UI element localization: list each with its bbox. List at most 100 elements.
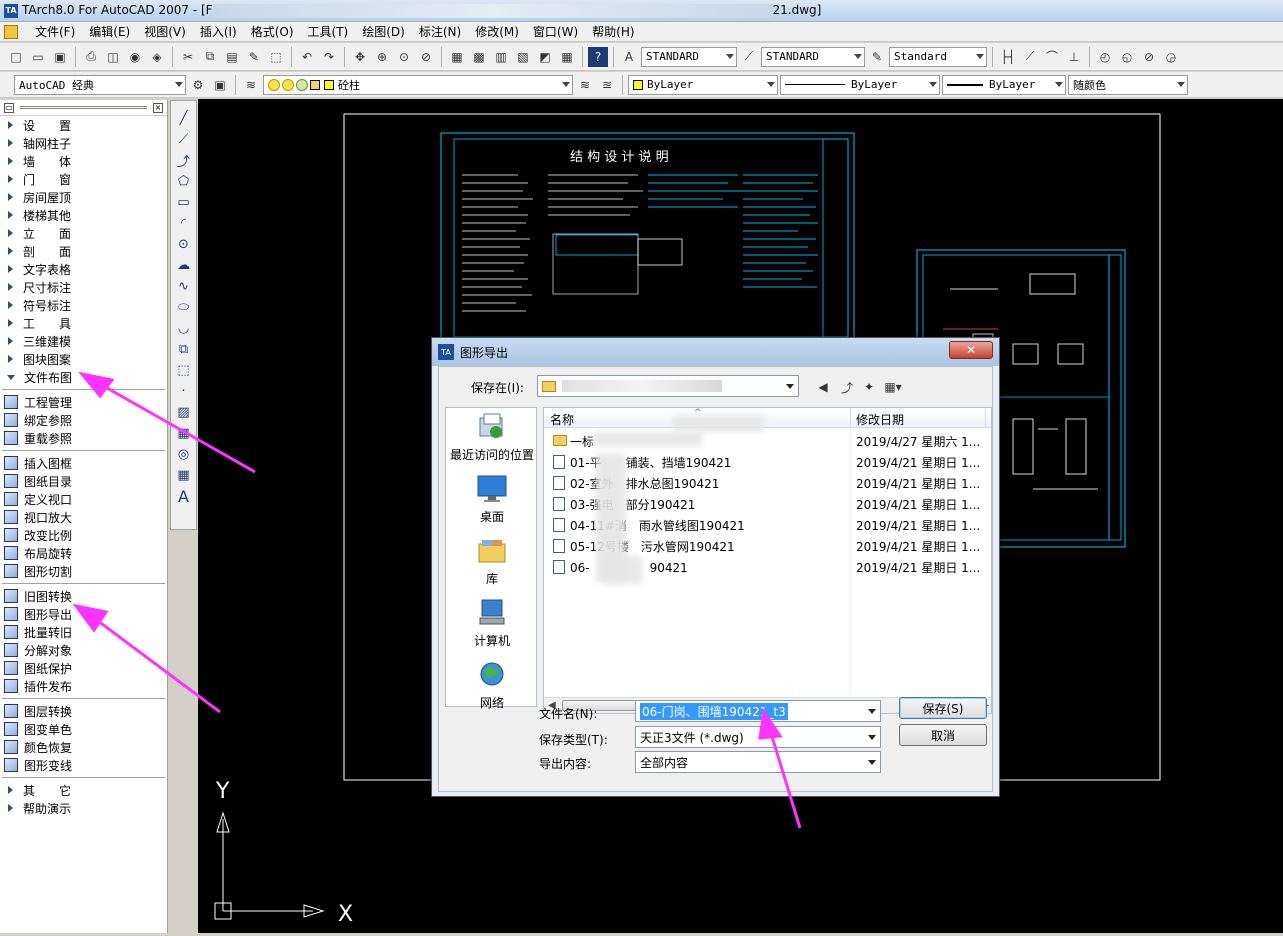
side-item-group1-2[interactable]: 墙 体 xyxy=(0,152,167,170)
side-item-group2-1[interactable]: 绑定参照 xyxy=(0,411,167,429)
undo-icon[interactable]: ↶ xyxy=(297,47,317,67)
zoom-previous-icon[interactable]: ⊘ xyxy=(416,47,436,67)
column-name-header[interactable]: 名称 xyxy=(550,411,574,428)
aligned-dim-icon[interactable]: ⟋ xyxy=(1020,47,1040,67)
zoom-window-icon[interactable]: ⊙ xyxy=(394,47,414,67)
side-item-group1-13[interactable]: 图块图案 xyxy=(0,350,167,368)
content-select[interactable]: 全部内容 xyxy=(635,751,881,773)
open-icon[interactable]: ▭ xyxy=(28,47,48,67)
side-item-group4-4[interactable]: 图纸保护 xyxy=(0,659,167,677)
match-properties-icon[interactable]: ✎ xyxy=(244,47,264,67)
place-desktop[interactable]: 桌面 xyxy=(446,474,538,525)
side-item-group3-4[interactable]: 改变比例 xyxy=(0,526,167,544)
side-item-group5-0[interactable]: 图层转换 xyxy=(0,702,167,720)
tool-palettes-icon[interactable]: ▥ xyxy=(491,47,511,67)
hatch-icon[interactable]: ▨ xyxy=(175,403,193,421)
menu-file[interactable]: 文件(F) xyxy=(28,23,82,40)
polygon-icon[interactable]: ⬠ xyxy=(175,172,193,190)
close-icon[interactable]: × xyxy=(153,102,163,113)
linear-dim-icon[interactable]: ├┤ xyxy=(998,47,1018,67)
markup-icon[interactable]: ◩ xyxy=(535,47,555,67)
dialog-title-bar[interactable]: TA 图形导出 ✕ xyxy=(432,338,999,366)
text-style-select[interactable]: STANDARD xyxy=(641,46,737,67)
side-item-group6-1[interactable]: 帮助演示 xyxy=(0,799,167,817)
polyline-icon[interactable]: ⤴ xyxy=(175,151,193,170)
side-item-group4-2[interactable]: 批量转旧 xyxy=(0,623,167,641)
up-folder-icon[interactable]: ⤴ xyxy=(837,377,857,397)
plot-style-select[interactable]: 随颜色 xyxy=(1068,74,1188,95)
side-item-group5-2[interactable]: 颜色恢复 xyxy=(0,738,167,756)
new-icon[interactable]: □ xyxy=(6,47,26,67)
column-divider[interactable] xyxy=(985,408,986,428)
paste-icon[interactable]: ▤ xyxy=(222,47,242,67)
side-item-group1-6[interactable]: 立 面 xyxy=(0,224,167,242)
mtext-icon[interactable]: A xyxy=(175,487,193,506)
menu-draw[interactable]: 绘图(D) xyxy=(355,23,412,40)
collapse-icon[interactable]: ▭ xyxy=(4,102,14,113)
arc-icon[interactable]: ◜ xyxy=(175,214,193,232)
place-library[interactable]: 库 xyxy=(446,536,538,587)
copy-icon[interactable]: ⧉ xyxy=(200,47,220,67)
side-item-group3-5[interactable]: 布局旋转 xyxy=(0,544,167,562)
side-item-group1-8[interactable]: 文字表格 xyxy=(0,260,167,278)
ellipse-arc-icon[interactable]: ◡ xyxy=(175,319,193,337)
side-item-group5-1[interactable]: 图变单色 xyxy=(0,720,167,738)
make-block-icon[interactable]: ⬚ xyxy=(175,361,193,379)
help-icon[interactable]: ? xyxy=(588,46,608,67)
menu-format[interactable]: 格式(O) xyxy=(244,23,301,40)
design-center-icon[interactable]: ▩ xyxy=(469,47,489,67)
side-item-group1-11[interactable]: 工 具 xyxy=(0,314,167,332)
side-item-group1-3[interactable]: 门 窗 xyxy=(0,170,167,188)
3d-dwf-icon[interactable]: ◈ xyxy=(147,47,167,67)
side-item-group3-3[interactable]: 视口放大 xyxy=(0,508,167,526)
side-item-group3-1[interactable]: 图纸目录 xyxy=(0,472,167,490)
calculator-icon[interactable]: ▦ xyxy=(557,47,577,67)
table-icon[interactable]: ▦ xyxy=(175,466,193,484)
menu-view[interactable]: 视图(V) xyxy=(137,23,193,40)
save-button[interactable]: 保存(S) xyxy=(899,697,987,719)
side-item-group1-10[interactable]: 符号标注 xyxy=(0,296,167,314)
block-editor-icon[interactable]: ⬚ xyxy=(266,47,286,67)
menu-tools[interactable]: 工具(T) xyxy=(301,23,356,40)
gradient-icon[interactable]: ▦ xyxy=(175,424,193,442)
menu-window[interactable]: 窗口(W) xyxy=(526,23,585,40)
side-item-group3-0[interactable]: 插入图框 xyxy=(0,454,167,472)
side-item-file-layout[interactable]: 文件布图 xyxy=(0,368,167,386)
side-item-group1-12[interactable]: 三维建模 xyxy=(0,332,167,350)
menu-dimension[interactable]: 标注(N) xyxy=(412,23,468,40)
new-folder-icon[interactable]: ✦ xyxy=(859,377,879,397)
region-icon[interactable]: ◎ xyxy=(175,445,193,463)
side-item-group2-2[interactable]: 重载参照 xyxy=(0,429,167,447)
save-icon[interactable]: ▣ xyxy=(50,47,70,67)
side-item-group3-2[interactable]: 定义视口 xyxy=(0,490,167,508)
place-computer[interactable]: 计算机 xyxy=(446,598,538,649)
workspace-settings-icon[interactable]: ⚙ xyxy=(188,75,208,95)
side-item-group1-0[interactable]: 设 置 xyxy=(0,116,167,134)
grip-bar[interactable] xyxy=(20,106,147,109)
properties-icon[interactable]: ▦ xyxy=(447,47,467,67)
jogged-dim-icon[interactable]: ◵ xyxy=(1117,47,1137,67)
column-divider[interactable] xyxy=(850,408,851,428)
back-icon[interactable]: ◀ xyxy=(813,377,833,397)
filetype-select[interactable]: 天正3文件 (*.dwg) xyxy=(635,726,881,748)
cut-icon[interactable]: ✂ xyxy=(178,47,198,67)
spline-icon[interactable]: ∿ xyxy=(175,277,193,295)
side-item-group1-9[interactable]: 尺寸标注 xyxy=(0,278,167,296)
place-recent[interactable]: 最近访问的位置 xyxy=(446,412,538,463)
sheet-structural-notes[interactable]: 结 构 设 计 说 明 xyxy=(440,132,855,344)
pan-icon[interactable]: ✥ xyxy=(350,47,370,67)
side-item-group1-4[interactable]: 房间屋顶 xyxy=(0,188,167,206)
layer-manager-icon[interactable]: ≋ xyxy=(241,75,261,95)
side-item-group4-3[interactable]: 分解对象 xyxy=(0,641,167,659)
zoom-realtime-icon[interactable]: ⊕ xyxy=(372,47,392,67)
publish-icon[interactable]: ◉ xyxy=(125,47,145,67)
revision-cloud-icon[interactable]: ☁ xyxy=(175,256,193,274)
side-item-group6-0[interactable]: 其 它 xyxy=(0,781,167,799)
sheet-set-icon[interactable]: ▧ xyxy=(513,47,533,67)
diameter-dim-icon[interactable]: ⊘ xyxy=(1139,47,1159,67)
ellipse-icon[interactable]: ⬭ xyxy=(175,298,193,316)
side-item-group4-0[interactable]: 旧图转换 xyxy=(0,587,167,605)
lineweight-select[interactable]: ByLayer xyxy=(942,74,1066,95)
place-network[interactable]: 网络 xyxy=(446,660,538,711)
filename-input[interactable]: 06-门岗、围墙190421_t3 xyxy=(635,700,881,722)
